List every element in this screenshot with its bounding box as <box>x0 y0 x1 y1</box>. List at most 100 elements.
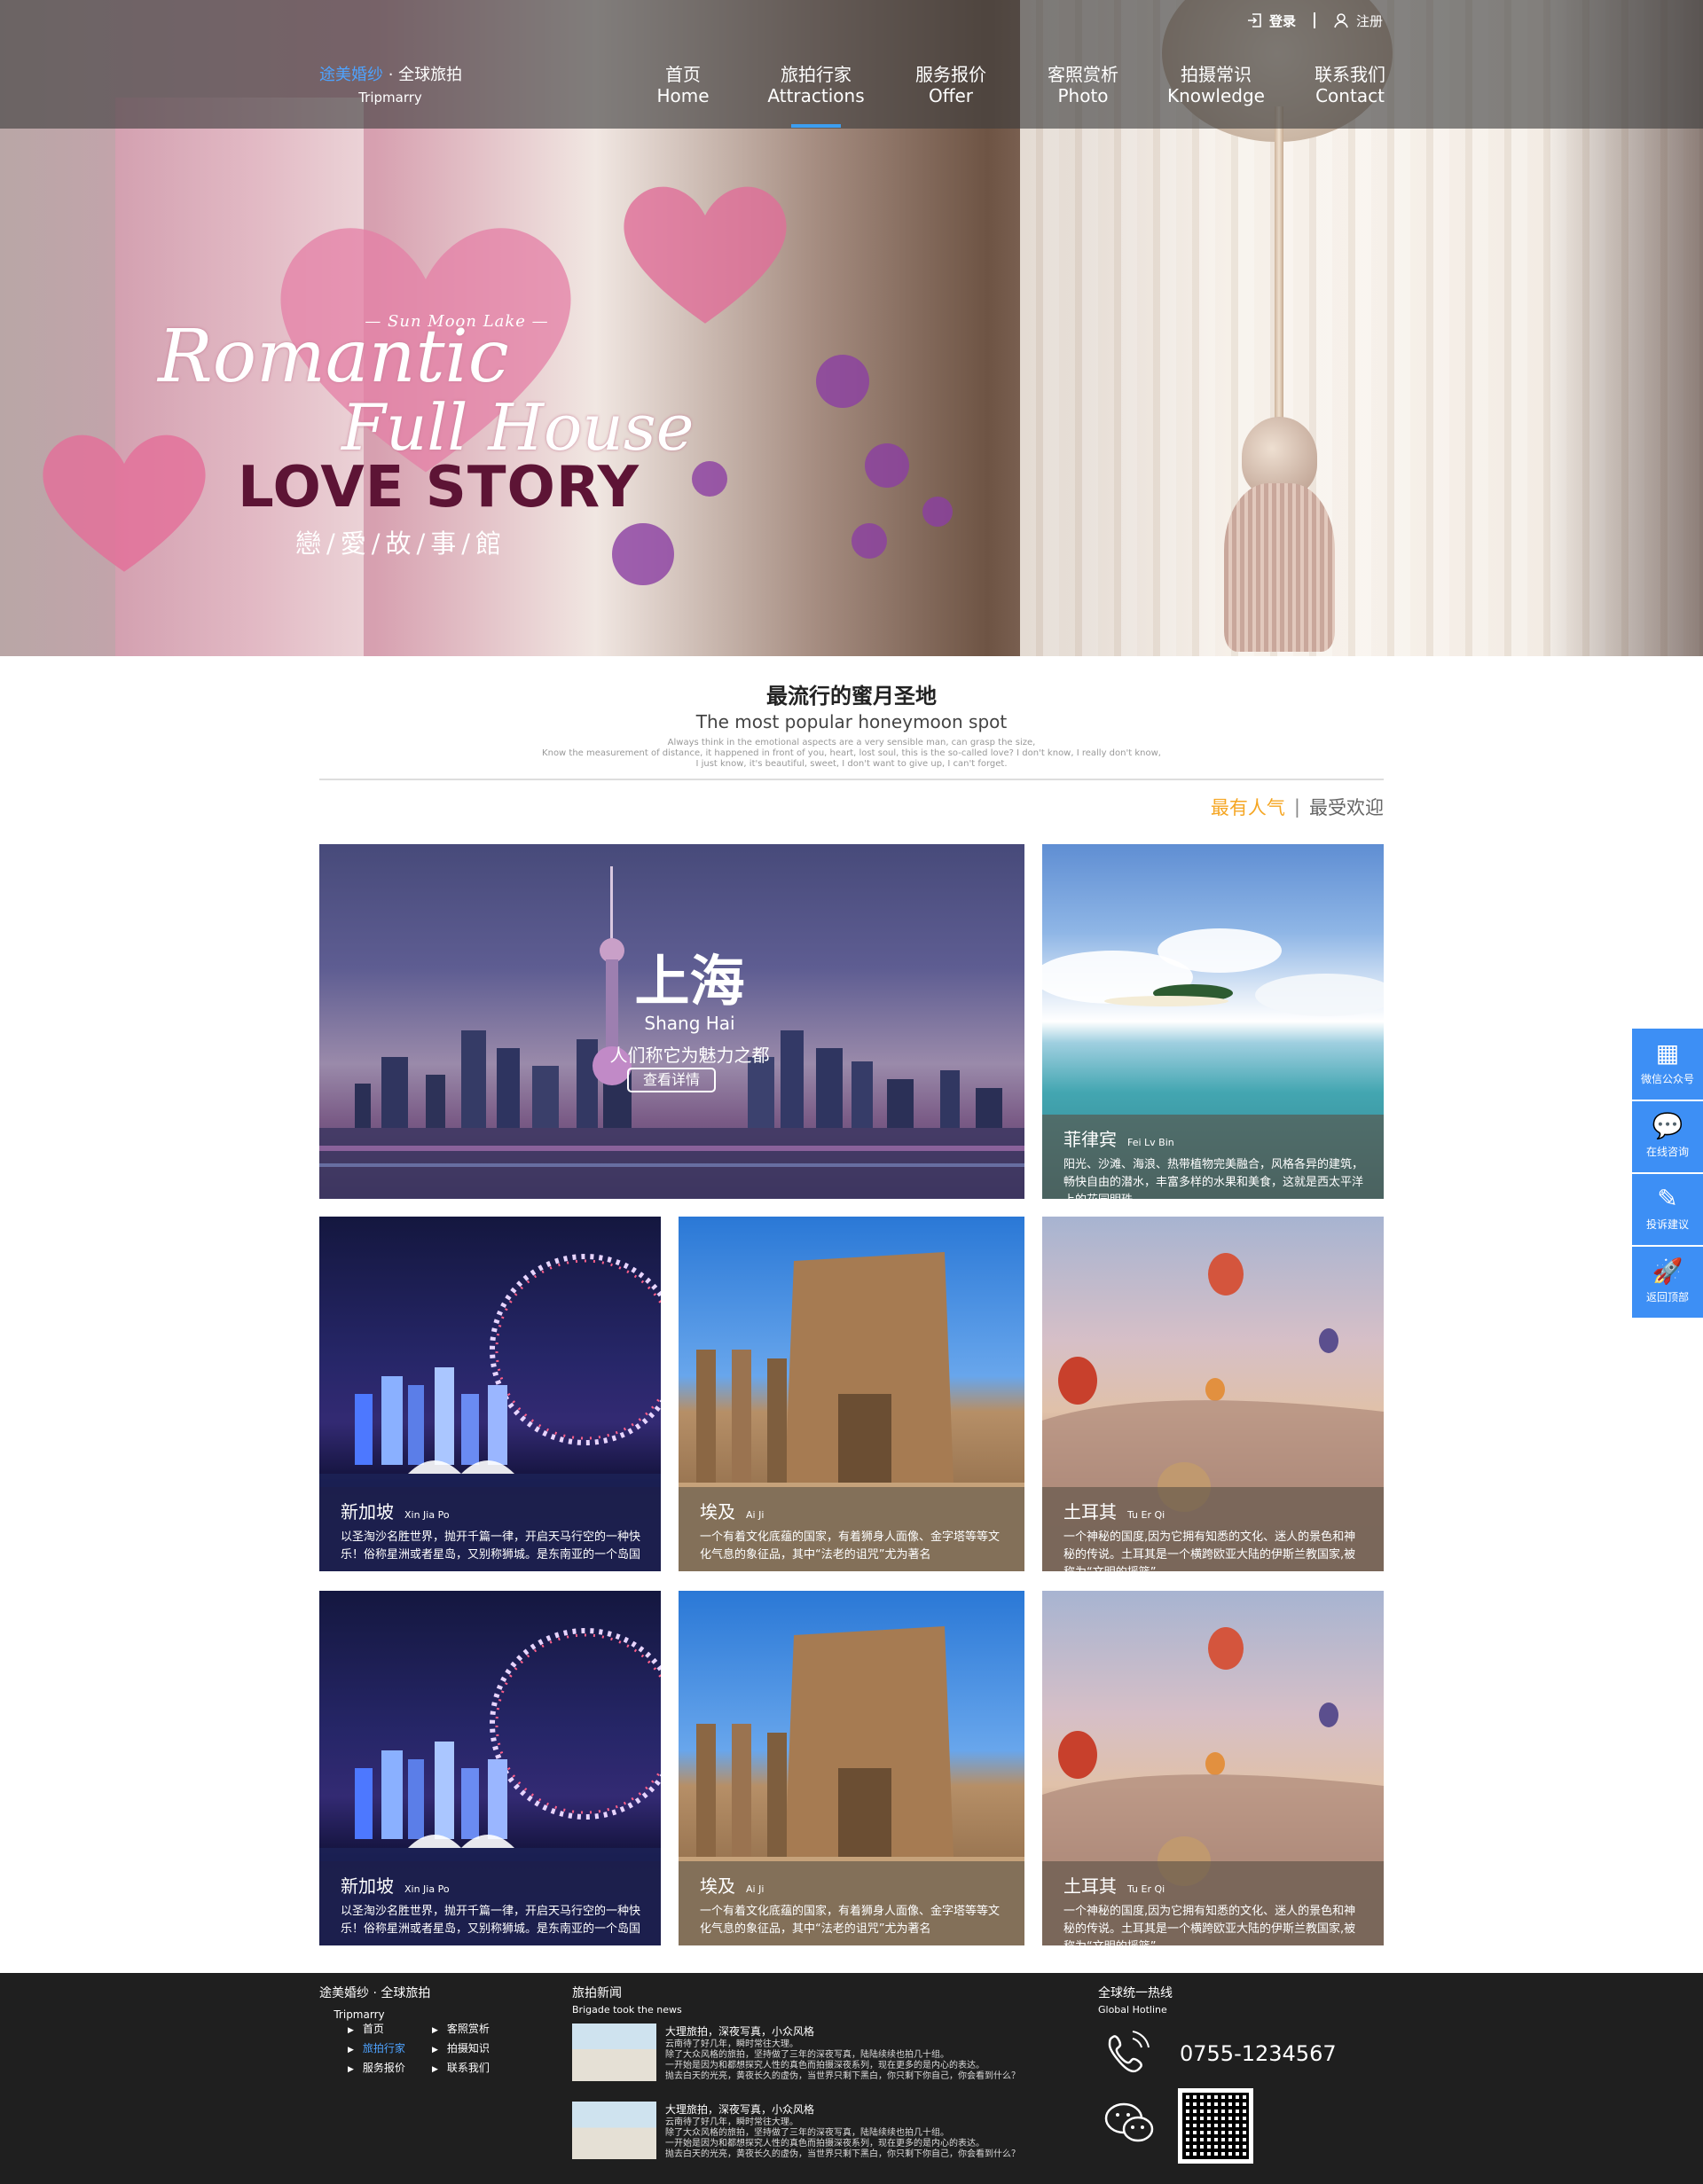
news-thumbnail <box>572 2024 656 2081</box>
phone-icon <box>1108 2031 1150 2073</box>
filter-most-welcomed[interactable]: 最受欢迎 <box>1309 794 1384 820</box>
sidebar-back-to-top-button[interactable]: 🚀 返回顶部 <box>1632 1247 1703 1318</box>
destination-card-egypt[interactable]: 埃及 Ai Ji 一个有着文化底蕴的国家，有着狮身人面像、金字塔等等文化气息的象征… <box>679 1217 1024 1571</box>
card-title-cn: 新加坡 <box>341 1875 394 1897</box>
section-title: 最流行的蜜月圣地 <box>766 684 937 708</box>
register-label: 注册 <box>1356 12 1384 29</box>
chat-icon: 💬 <box>1652 1111 1683 1140</box>
hotline-number[interactable]: 0755-1234567 <box>1180 2041 1337 2066</box>
sidebar-label: 投诉建议 <box>1645 1218 1689 1231</box>
card-title-en: Xin Jia Po <box>404 1509 450 1521</box>
sidebar-feedback-button[interactable]: ✎ 投诉建议 <box>1632 1174 1703 1245</box>
filter-most-popular[interactable]: 最有人气 <box>1211 794 1285 820</box>
card-title-en: Tu Er Qi <box>1127 1883 1165 1895</box>
footer-news-title: 旅拍新闻 <box>572 1986 622 2000</box>
card-title-en: Tu Er Qi <box>1127 1509 1165 1521</box>
register-link[interactable]: 注册 <box>1333 9 1383 32</box>
card-title-cn: 菲律宾 <box>1063 1129 1117 1150</box>
wechat-icon <box>1104 2102 1154 2142</box>
footer-logo-english: Tripmarry <box>334 2008 385 2021</box>
footer-logo-text: 途美婚纱 · 全球旅拍 <box>319 1986 431 2000</box>
footer-link-offer[interactable]: 服务报价 <box>348 2060 405 2075</box>
heart-icon <box>624 186 787 324</box>
news-item[interactable]: 大理旅拍，深夜写真，小众风格 云南待了好几年，瞬时常往大理。 除了大众风格的旅拍… <box>572 2024 1069 2086</box>
qr-code-icon: ▦ <box>1655 1038 1680 1068</box>
hero-flower <box>816 355 869 408</box>
nav-offer[interactable]: 服务报价 Offer <box>902 64 1000 106</box>
nav-label-cn: 旅拍行家 <box>781 64 852 85</box>
nav-home[interactable]: 首页 Home <box>634 64 732 106</box>
hero-title-love-story: LOVE STORY <box>238 455 640 521</box>
nav-label-en: Attractions <box>767 85 865 106</box>
nav-contact[interactable]: 联系我们 Contact <box>1301 64 1399 106</box>
destination-card-turkey[interactable]: 土耳其 Tu Er Qi 一个神秘的国度,因为它拥有知悉的文化、迷人的景色和神秘的… <box>1042 1217 1384 1571</box>
footer: 途美婚纱 · 全球旅拍 Tripmarry 首页 旅拍行家 服务报价 客照赏析 … <box>0 1973 1703 2184</box>
sidebar-label: 返回顶部 <box>1645 1291 1689 1303</box>
news-title: 大理旅拍，深夜写真，小众风格 <box>665 2103 815 2116</box>
footer-link-attractions[interactable]: 旅拍行家 <box>348 2040 405 2055</box>
nav-knowledge[interactable]: 拍摄常识 Knowledge <box>1167 64 1265 106</box>
destination-card-shanghai[interactable]: 上海 Shang Hai 人们称它为魅力之都 查看详情 <box>319 844 1024 1199</box>
card-description: 一个有着文化底蕴的国家，有着狮身人面像、金字塔等等文化气息的象征品，其中“法老的… <box>700 1905 1001 1936</box>
footer-link-knowledge[interactable]: 拍摄知识 <box>432 2040 490 2055</box>
featured-city-cn: 上海 <box>634 949 745 1014</box>
sidebar-label: 在线咨询 <box>1645 1146 1689 1158</box>
nav-label-en: Contact <box>1315 85 1385 106</box>
card-caption: 菲律宾 Fei Lv Bin 阳光、沙滩、海浪、热带植物完美融合，风格各异的建筑，… <box>1042 1115 1384 1199</box>
featured-city-en: Shang Hai <box>644 1013 735 1034</box>
hero-flower <box>852 523 887 559</box>
section-subtitle: The most popular honeymoon spot <box>695 711 1008 732</box>
card-title-cn: 土耳其 <box>1063 1501 1117 1523</box>
edit-icon: ✎ <box>1657 1184 1678 1213</box>
logo-brand: 途美婚纱 <box>319 66 383 84</box>
hero-flower <box>692 461 727 497</box>
logo-subtitle: 全球旅拍 <box>398 66 463 84</box>
footer-logo[interactable]: 途美婚纱 · 全球旅拍 Tripmarry <box>319 1984 435 2021</box>
destination-card-philippines[interactable]: 菲律宾 Fei Lv Bin 阳光、沙滩、海浪、热带植物完美融合，风格各异的建筑，… <box>1042 844 1384 1199</box>
hotline-title: 全球统一热线 <box>1098 1986 1173 2000</box>
section-desc-line: I just know, it's beautiful, sweet, I do… <box>695 759 1008 769</box>
filter-separator: | <box>1293 796 1300 818</box>
nav-attractions[interactable]: 旅拍行家 Attractions <box>767 64 865 128</box>
footer-link-contact[interactable]: 联系我们 <box>432 2060 490 2075</box>
destination-card-turkey[interactable]: 土耳其 Tu Er Qi 一个神秘的国度,因为它拥有知悉的文化、迷人的景色和神秘的… <box>1042 1591 1384 1945</box>
card-caption: 新加坡 Xin Jia Po 以圣淘沙名胜世界，抛开千篇一律，开启天马行空的一种快… <box>319 1861 661 1945</box>
sidebar-chat-button[interactable]: 💬 在线咨询 <box>1632 1101 1703 1172</box>
news-title: 大理旅拍，深夜写真，小众风格 <box>665 2025 815 2038</box>
section-desc-line: Always think in the emotional aspects ar… <box>667 738 1036 748</box>
view-details-button[interactable]: 查看详情 <box>627 1068 716 1092</box>
sidebar-wechat-button[interactable]: ▦ 微信公众号 <box>1632 1029 1703 1100</box>
card-description: 以圣淘沙名胜世界，抛开千篇一律，开启天马行空的一种快乐！俗称星洲或者星岛，又别称… <box>341 1530 641 1562</box>
card-title-cn: 新加坡 <box>341 1501 394 1523</box>
footer-link-home[interactable]: 首页 <box>348 2021 384 2036</box>
card-description: 以圣淘沙名胜世界，抛开千篇一律，开启天马行空的一种快乐！俗称星洲或者星岛，又别称… <box>341 1905 641 1936</box>
card-title-cn: 埃及 <box>700 1501 735 1523</box>
logo-separator: · <box>383 66 399 84</box>
card-caption: 土耳其 Tu Er Qi 一个神秘的国度,因为它拥有知悉的文化、迷人的景色和神秘的… <box>1042 1861 1384 1945</box>
nav-photo[interactable]: 客照赏析 Photo <box>1034 64 1132 106</box>
login-link[interactable]: 登录 <box>1246 9 1296 32</box>
heart-icon <box>43 434 206 572</box>
destination-card-singapore[interactable]: 新加坡 Xin Jia Po 以圣淘沙名胜世界，抛开千篇一律，开启天马行空的一种快… <box>319 1591 661 1945</box>
section-divider <box>319 779 1384 780</box>
hero-title-line2: Full House <box>341 390 695 465</box>
nav-label-cn: 服务报价 <box>915 64 986 85</box>
destination-card-singapore[interactable]: 新加坡 Xin Jia Po 以圣淘沙名胜世界，抛开千篇一律，开启天马行空的一种快… <box>319 1217 661 1571</box>
footer-link-photo[interactable]: 客照赏析 <box>432 2021 490 2036</box>
card-title-cn: 土耳其 <box>1063 1875 1117 1897</box>
destination-card-egypt[interactable]: 埃及 Ai Ji 一个有着文化底蕴的国家，有着狮身人面像、金字塔等等文化气息的象征… <box>679 1591 1024 1945</box>
nav-label-cn: 拍摄常识 <box>1181 64 1252 85</box>
nav-label-cn: 联系我们 <box>1315 64 1385 85</box>
featured-title-block: 上海 Shang Hai 人们称它为魅力之都 <box>319 951 1024 1067</box>
card-description: 一个神秘的国度,因为它拥有知悉的文化、迷人的景色和神秘的传说。土耳其是一个横跨欧… <box>1063 1530 1356 1571</box>
card-description: 一个神秘的国度,因为它拥有知悉的文化、迷人的景色和神秘的传说。土耳其是一个横跨欧… <box>1063 1905 1356 1945</box>
wechat-qr-code <box>1178 2088 1253 2164</box>
main-nav: 首页 Home 旅拍行家 Attractions 服务报价 Offer 客照赏析… <box>634 64 1397 129</box>
card-title-en: Xin Jia Po <box>404 1883 450 1895</box>
site-logo[interactable]: 途美婚纱 · 全球旅拍 Tripmarry <box>319 62 463 106</box>
logo-english: Tripmarry <box>358 90 422 106</box>
nav-label-en: Knowledge <box>1167 85 1265 106</box>
card-description: 阳光、沙滩、海浪、热带植物完美融合，风格各异的建筑，畅快自由的潜水，丰富多样的水… <box>1063 1158 1364 1199</box>
news-item[interactable]: 大理旅拍，深夜写真，小众风格 云南待了好几年，瞬时常往大理。 除了大众风格的旅拍… <box>572 2102 1069 2164</box>
card-title-en: Ai Ji <box>746 1883 765 1895</box>
